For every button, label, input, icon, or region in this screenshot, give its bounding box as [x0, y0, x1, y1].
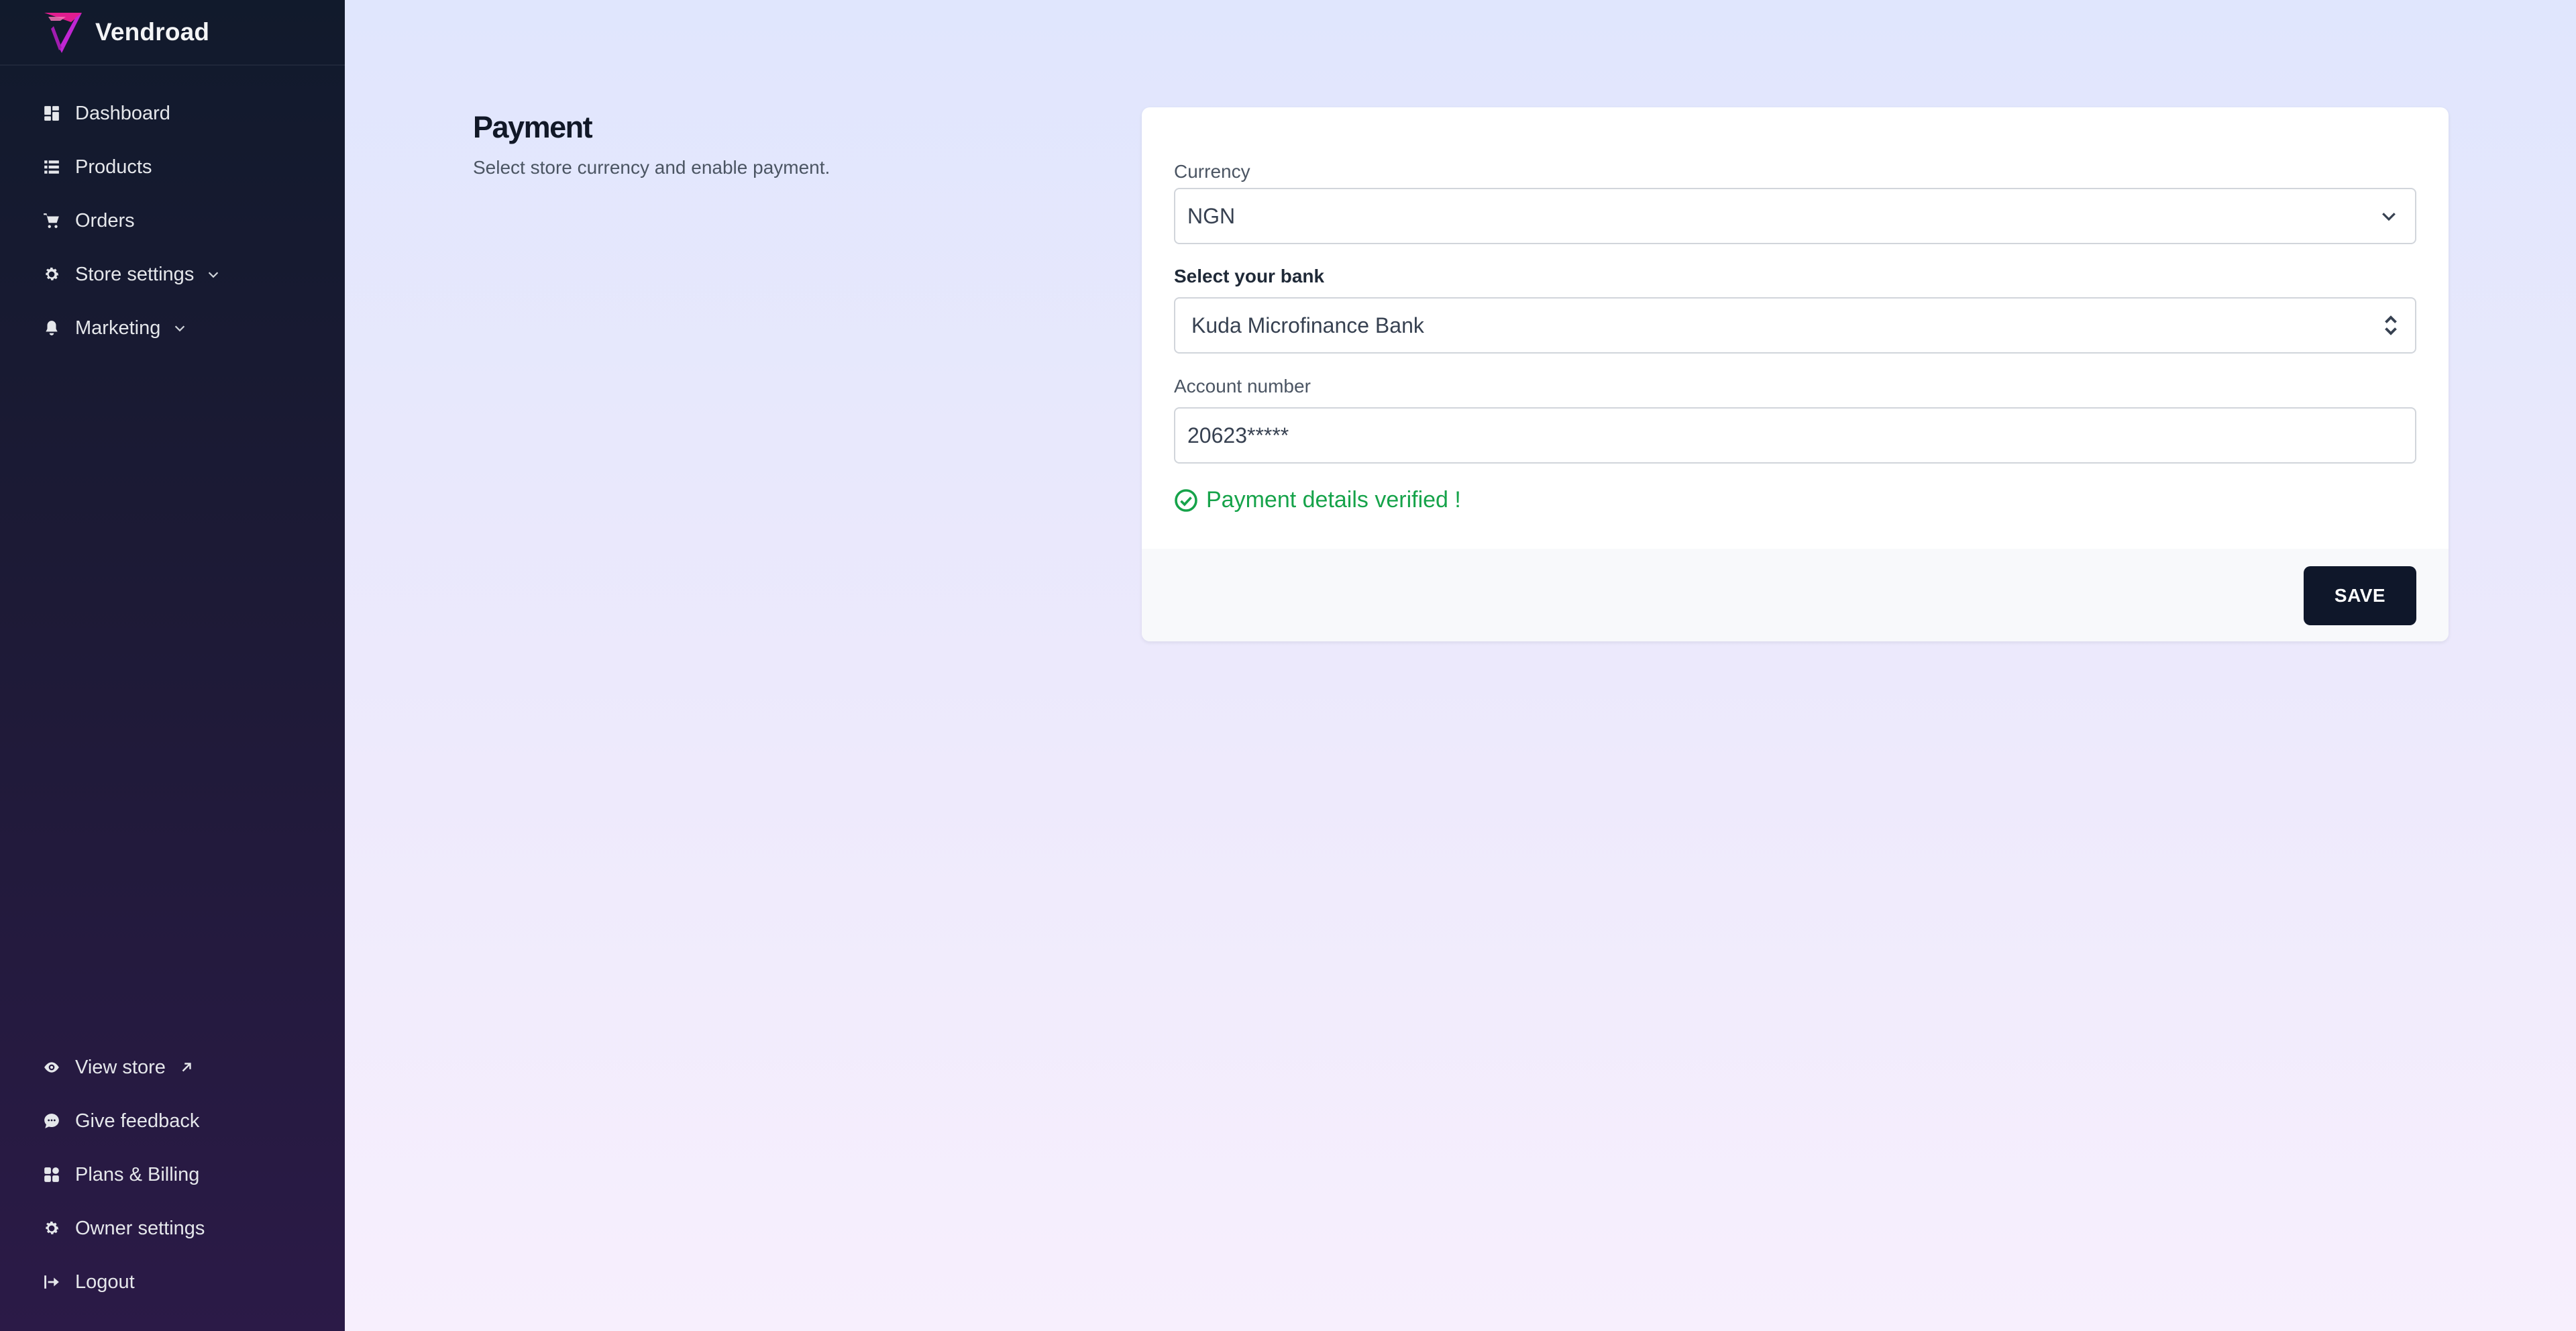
sidebar-item-give-feedback[interactable]: Give feedback: [42, 1101, 199, 1141]
check-circle-icon: [1175, 488, 1197, 512]
sidebar-item-marketing[interactable]: Marketing: [42, 308, 187, 348]
brand-name: Vendroad: [95, 18, 210, 46]
currency-select[interactable]: NGN: [1174, 188, 2416, 244]
chevron-down-icon: [172, 321, 187, 335]
sidebar: Vendroad Dashboard Products Orders Store…: [0, 0, 345, 1331]
verification-status: Payment details verified !: [1174, 487, 1461, 513]
sidebar-item-label: Marketing: [75, 317, 161, 339]
page-title: Payment: [473, 110, 593, 144]
sidebar-item-dashboard[interactable]: Dashboard: [42, 93, 170, 134]
sidebar-item-owner-settings[interactable]: Owner settings: [42, 1208, 205, 1248]
sidebar-item-label: Give feedback: [75, 1110, 200, 1132]
sidebar-item-logout[interactable]: Logout: [42, 1262, 135, 1302]
list-icon: [42, 157, 62, 177]
currency-value: NGN: [1187, 203, 1236, 228]
card-footer: SAVE: [1142, 549, 2449, 641]
bank-select[interactable]: Kuda Microfinance Bank: [1174, 297, 2416, 354]
sidebar-item-label: Store settings: [75, 263, 195, 285]
external-link-icon: [179, 1060, 194, 1075]
bell-icon: [42, 318, 62, 338]
select-updown-icon: [2383, 313, 2399, 337]
sidebar-item-label: Dashboard: [75, 102, 170, 124]
chevron-down-icon: [206, 267, 221, 282]
eye-icon: [42, 1057, 62, 1077]
account-number-value: 20623*****: [1187, 423, 1289, 447]
apps-icon: [42, 1165, 62, 1185]
chat-icon: [42, 1111, 62, 1131]
gear-icon: [42, 1218, 62, 1238]
sidebar-item-plans-billing[interactable]: Plans & Billing: [42, 1155, 199, 1195]
save-button[interactable]: SAVE: [2304, 566, 2416, 625]
sidebar-item-label: Owner settings: [75, 1217, 205, 1239]
sidebar-item-products[interactable]: Products: [42, 147, 152, 187]
bank-value: Kuda Microfinance Bank: [1191, 313, 1424, 337]
payment-card: Currency NGN Select your bank Kuda Micro…: [1142, 107, 2449, 641]
verification-text: Payment details verified !: [1206, 487, 1461, 513]
sidebar-item-label: Orders: [75, 209, 135, 231]
sidebar-item-view-store[interactable]: View store: [42, 1047, 194, 1087]
vendroad-logo-icon: [44, 13, 82, 53]
chevron-down-icon: [2379, 206, 2399, 226]
currency-label: Currency: [1174, 161, 1250, 182]
page-description: Select store currency and enable payment…: [473, 157, 830, 178]
sidebar-item-label: Plans & Billing: [75, 1163, 200, 1185]
sidebar-item-label: Logout: [75, 1271, 135, 1293]
dashboard-icon: [42, 103, 62, 123]
sidebar-item-orders[interactable]: Orders: [42, 201, 135, 241]
sidebar-item-label: Products: [75, 156, 152, 178]
cart-icon: [42, 211, 62, 231]
logout-icon: [42, 1272, 62, 1292]
sidebar-item-store-settings[interactable]: Store settings: [42, 254, 221, 295]
account-number-input[interactable]: 20623*****: [1174, 407, 2416, 464]
brand[interactable]: Vendroad: [0, 0, 345, 66]
account-number-label: Account number: [1174, 376, 1311, 396]
gear-icon: [42, 264, 62, 284]
bank-label: Select your bank: [1174, 266, 1325, 286]
sidebar-item-label: View store: [75, 1056, 166, 1078]
